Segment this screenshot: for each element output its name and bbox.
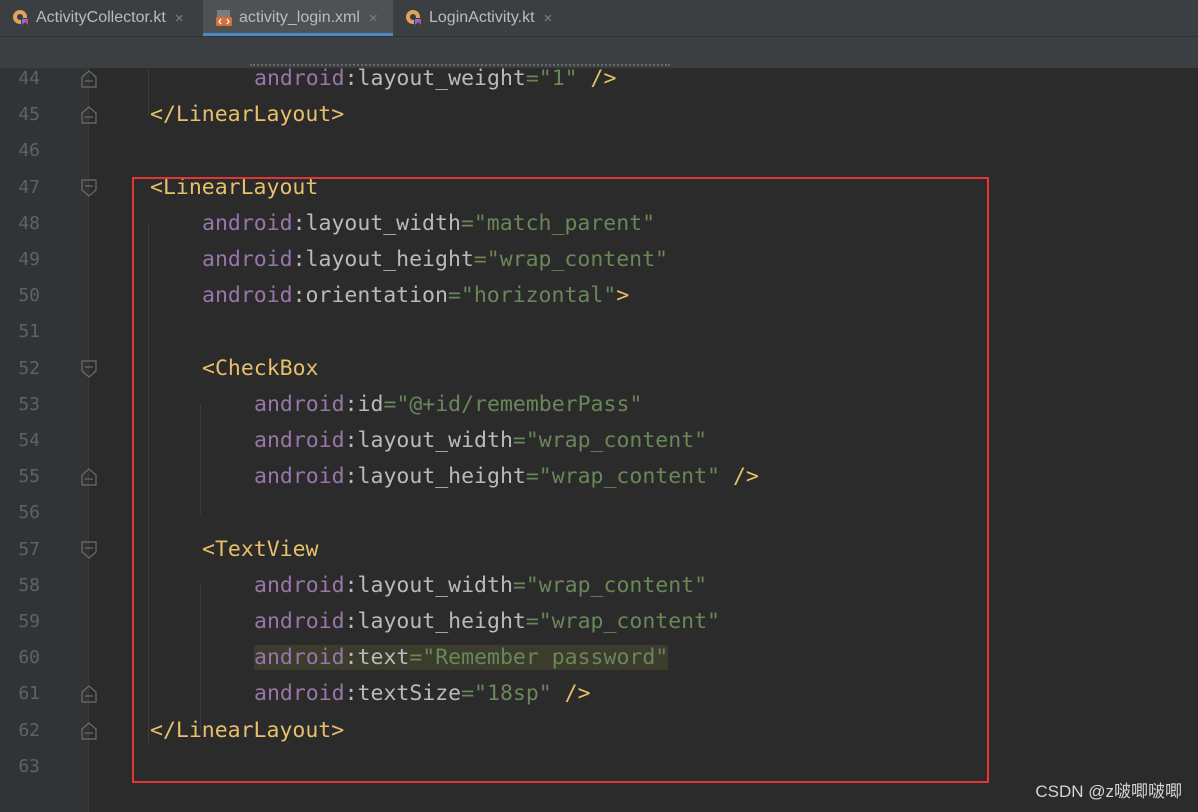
line-number: 47 xyxy=(18,176,40,198)
indent-guide xyxy=(148,62,149,115)
tab-activity-login-xml[interactable]: activity_login.xml × xyxy=(203,0,393,36)
line-number: 49 xyxy=(18,249,40,270)
xml-layout-file-icon xyxy=(216,10,232,26)
line-number: 63 xyxy=(18,755,40,777)
code-token-ns: android xyxy=(254,66,345,91)
line-number: 60 xyxy=(18,647,40,669)
tab-label: activity_login.xml xyxy=(239,9,360,26)
line-number: 58 xyxy=(18,574,40,596)
fold-end-icon[interactable] xyxy=(81,685,97,703)
fold-collapse-icon[interactable] xyxy=(81,178,97,197)
annotation-highlight-box xyxy=(132,177,989,783)
fold-end-icon[interactable] xyxy=(81,70,97,88)
fold-end-icon[interactable] xyxy=(81,106,97,124)
line-number: 57 xyxy=(18,538,40,560)
code-token-attr: :layout_weight xyxy=(344,66,526,91)
indent-guide xyxy=(148,224,149,745)
code-line-45[interactable]: </LinearLayout> xyxy=(150,97,344,133)
indent-guide xyxy=(200,404,201,514)
line-number: 59 xyxy=(18,611,40,632)
fold-collapse-icon[interactable] xyxy=(81,359,97,378)
line-number: 46 xyxy=(18,140,40,162)
line-number: 61 xyxy=(18,683,40,705)
line-number: 56 xyxy=(18,502,40,524)
line-number: 50 xyxy=(18,285,40,307)
line-number: 55 xyxy=(18,466,40,488)
code-line-44[interactable]: android:layout_weight="1" /> xyxy=(254,61,616,97)
kotlin-file-icon xyxy=(406,10,422,26)
code-token-tag: /> xyxy=(577,66,617,91)
fold-end-icon[interactable] xyxy=(81,468,97,486)
tab-label: LoginActivity.kt xyxy=(429,9,535,26)
line-number: 53 xyxy=(18,393,40,415)
line-number: 51 xyxy=(18,321,40,343)
close-icon[interactable]: × xyxy=(544,10,553,27)
watermark: CSDN @z啵唧啵唧 xyxy=(1035,782,1182,801)
line-number: 44 xyxy=(18,68,40,89)
tab-loginactivity-kt[interactable]: LoginActivity.kt × xyxy=(393,0,573,36)
close-icon[interactable]: × xyxy=(369,10,378,27)
line-number: 45 xyxy=(18,104,40,126)
code-token-val: ="1" xyxy=(525,66,578,91)
line-number: 54 xyxy=(18,430,40,451)
code-token-tag: </LinearLayout> xyxy=(150,102,345,128)
fold-end-icon[interactable] xyxy=(81,721,97,740)
tab-label: ActivityCollector.kt xyxy=(36,9,166,26)
editor-tab-bar: ActivityCollector.kt × activity_login.xml ×… xyxy=(0,0,1198,37)
line-number: 62 xyxy=(18,719,40,741)
close-icon[interactable]: × xyxy=(175,10,184,27)
fold-collapse-icon[interactable] xyxy=(81,540,97,559)
line-number: 48 xyxy=(18,212,40,234)
line-number: 52 xyxy=(18,357,40,379)
indent-guide xyxy=(200,585,201,731)
editor-gutter: 44 45 46 47 48 49 50 51 52 53 54 55 56 57 58 59 60 61 62 63 xyxy=(0,68,88,812)
tab-activitycollector-kt[interactable]: ActivityCollector.kt × xyxy=(0,0,203,36)
kotlin-file-icon xyxy=(13,10,29,26)
